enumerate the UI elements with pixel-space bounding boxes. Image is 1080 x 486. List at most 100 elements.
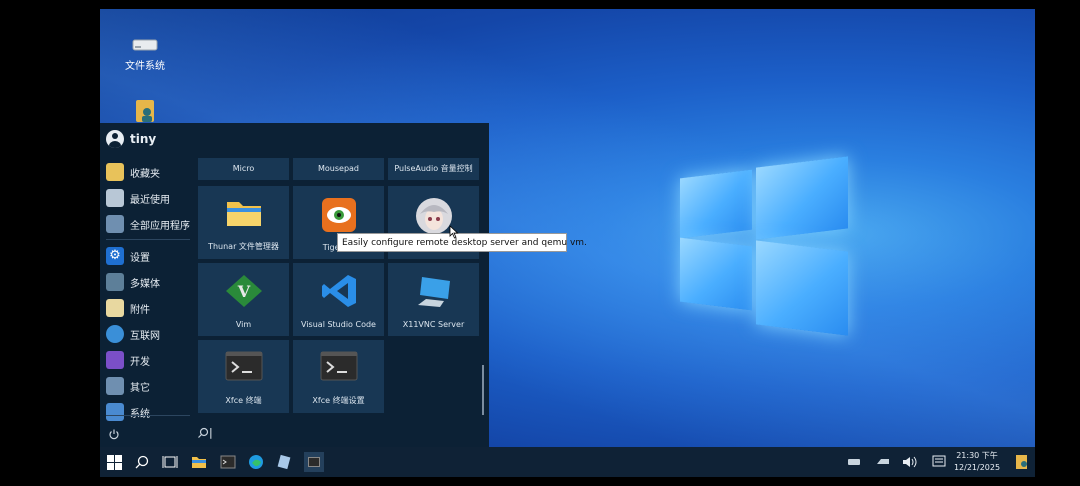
development-icon — [106, 351, 124, 369]
start-menu: tiny 收藏夹 最近使用 全部应用程序 ⚙ 设置 多媒体 附件 互联网 开发 … — [100, 123, 489, 448]
network-icon — [848, 459, 860, 465]
user-profile[interactable]: tiny — [106, 128, 156, 150]
tray-notifications[interactable] — [930, 453, 948, 471]
tray-network[interactable] — [845, 453, 863, 471]
search-icon — [198, 427, 209, 438]
tile-pulseaudio[interactable]: PulseAudio 音量控制 — [388, 158, 479, 180]
taskbar: 21:30 下午 12/21/2025 — [100, 447, 1035, 477]
desktop-icon-home[interactable] — [100, 96, 190, 125]
start-search-bar: | — [100, 421, 489, 448]
edge-icon — [249, 455, 263, 469]
clock-time: 21:30 下午 — [956, 451, 998, 460]
tigervnc-icon — [321, 198, 356, 232]
start-button[interactable] — [105, 453, 123, 471]
windows-start-icon — [106, 454, 122, 470]
tile-vim[interactable]: V Vim — [198, 263, 289, 336]
nav-separator — [106, 415, 190, 416]
terminal-icon — [225, 351, 262, 381]
tile-label: Visual Studio Code — [301, 320, 376, 329]
vscode-icon — [321, 275, 356, 307]
nav-item-label: 开发 — [130, 356, 150, 368]
nav-item-favorites[interactable]: 收藏夹 — [106, 160, 160, 184]
internet-icon — [106, 325, 124, 343]
nav-item-label: 收藏夹 — [130, 168, 160, 180]
nav-item-label: 最近使用 — [130, 194, 170, 206]
tile-label: Thunar 文件管理器 — [208, 242, 279, 251]
clock-date: 12/21/2025 — [953, 463, 1001, 472]
taskbar-notes-app[interactable] — [275, 453, 293, 471]
windows-logo-wallpaper — [680, 156, 850, 336]
tray-drive[interactable] — [874, 453, 892, 471]
recent-icon — [106, 189, 124, 207]
multimedia-icon — [106, 273, 124, 291]
tile-mousepad[interactable]: Mousepad — [293, 158, 384, 180]
tile-label: Xfce 终端 — [225, 396, 262, 405]
nav-item-other[interactable]: 其它 — [106, 374, 150, 398]
nav-item-development[interactable]: 开发 — [106, 348, 150, 372]
nav-item-multimedia[interactable]: 多媒体 — [106, 270, 160, 294]
tile-xfce-terminal[interactable]: Xfce 终端 — [198, 340, 289, 413]
task-view-icon — [162, 456, 178, 468]
volume-icon — [903, 456, 917, 468]
all-apps-icon — [106, 215, 124, 233]
tray-user-folder[interactable] — [1013, 453, 1031, 471]
tile-x11vnc[interactable]: X11VNC Server — [388, 263, 479, 336]
nav-item-internet[interactable]: 互联网 — [106, 322, 160, 346]
user-name: tiny — [130, 132, 157, 146]
taskbar-clock[interactable]: 21:30 下午 12/21/2025 — [952, 450, 1002, 474]
tray-volume[interactable] — [901, 453, 919, 471]
power-icon[interactable] — [108, 428, 120, 440]
nav-item-label: 设置 — [130, 252, 150, 264]
home-folder-icon — [1016, 455, 1027, 469]
terminal-icon — [308, 457, 320, 467]
favorites-icon — [106, 163, 124, 181]
notification-icon — [932, 455, 946, 467]
nav-item-recent[interactable]: 最近使用 — [106, 186, 170, 210]
terminal-icon — [220, 455, 236, 469]
anime-avatar-icon — [415, 198, 452, 234]
settings-icon: ⚙ — [106, 247, 124, 265]
home-folder-icon — [136, 100, 154, 122]
taskbar-active-terminal[interactable] — [304, 452, 324, 472]
drive-icon — [132, 39, 158, 51]
nav-item-settings[interactable]: ⚙ 设置 — [106, 244, 150, 268]
taskbar-file-manager[interactable] — [190, 453, 208, 471]
user-avatar-icon — [106, 130, 124, 148]
tile-thunar[interactable]: Thunar 文件管理器 — [198, 186, 289, 259]
other-icon — [106, 377, 124, 395]
nav-item-label: 全部应用程序 — [130, 220, 190, 232]
terminal-settings-icon — [320, 351, 357, 381]
tile-vscode[interactable]: Visual Studio Code — [293, 263, 384, 336]
nav-item-label: 其它 — [130, 382, 150, 394]
tile-label: Xfce 终端设置 — [312, 396, 365, 405]
tile-xfce-terminal-settings[interactable]: Xfce 终端设置 — [293, 340, 384, 413]
folder-icon — [192, 457, 206, 468]
monitor-icon — [417, 277, 450, 307]
taskbar-edge-browser[interactable] — [247, 453, 265, 471]
search-input[interactable]: | — [209, 426, 213, 439]
nav-item-label: 附件 — [130, 304, 150, 316]
desktop-icon-label: 文件系统 — [125, 61, 165, 72]
tile-micro[interactable]: Micro — [198, 158, 289, 180]
drive-icon — [877, 459, 889, 464]
vim-icon: V — [225, 275, 262, 307]
taskbar-terminal[interactable] — [219, 453, 237, 471]
nav-separator — [106, 239, 190, 240]
mouse-cursor-icon — [449, 225, 459, 239]
app-tile-grid: Micro Mousepad PulseAudio 音量控制 Thunar 文件… — [198, 158, 484, 414]
task-view-button[interactable] — [161, 453, 179, 471]
tile-label: X11VNC Server — [402, 320, 465, 329]
system-icon — [106, 403, 124, 421]
notes-icon — [277, 454, 291, 470]
accessories-icon — [106, 299, 124, 317]
tile-label: Vim — [235, 320, 252, 329]
nav-item-all-apps[interactable]: 全部应用程序 — [106, 212, 190, 236]
taskbar-search-button[interactable] — [133, 453, 151, 471]
desktop-icon-filesystem[interactable]: 文件系统 — [100, 36, 190, 72]
nav-item-accessories[interactable]: 附件 — [106, 296, 150, 320]
nav-item-label: 多媒体 — [130, 278, 160, 290]
folder-icon — [226, 202, 261, 226]
nav-item-label: 互联网 — [130, 330, 160, 342]
nav-item-label: 系统 — [130, 408, 150, 420]
tile-scrollbar[interactable] — [482, 365, 484, 415]
